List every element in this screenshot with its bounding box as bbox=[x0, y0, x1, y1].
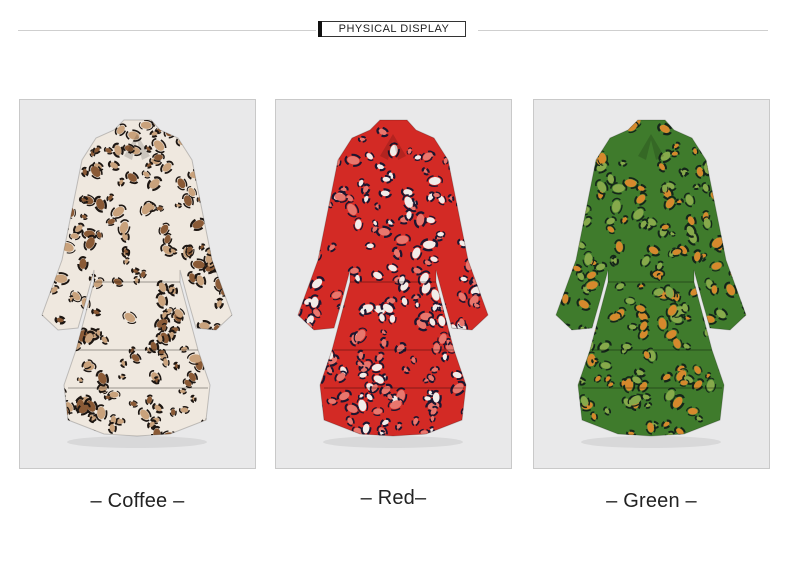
leopard-print bbox=[556, 120, 746, 436]
caption-red: – Red– bbox=[360, 487, 427, 509]
product-image-green[interactable] bbox=[533, 99, 770, 469]
product-image-red[interactable] bbox=[275, 99, 512, 469]
product-image-coffee[interactable] bbox=[19, 99, 256, 469]
dress-shadow bbox=[67, 436, 207, 448]
caption-coffee: – Coffee – bbox=[90, 490, 185, 512]
section-title-box: PHYSICAL DISPLAY bbox=[318, 21, 466, 37]
dress-shadow bbox=[323, 436, 463, 448]
header-divider-left bbox=[18, 30, 316, 31]
caption-green: – Green – bbox=[606, 490, 697, 512]
header-divider-right bbox=[478, 30, 768, 31]
dress-green-icon bbox=[555, 119, 747, 448]
section-title: PHYSICAL DISPLAY bbox=[338, 23, 450, 35]
title-accent-bar bbox=[318, 21, 322, 37]
dress-red-icon bbox=[297, 119, 489, 448]
leopard-print bbox=[298, 120, 488, 436]
leopard-print bbox=[42, 120, 232, 436]
dress-coffee-icon bbox=[41, 119, 233, 448]
dress-shadow bbox=[581, 436, 721, 448]
